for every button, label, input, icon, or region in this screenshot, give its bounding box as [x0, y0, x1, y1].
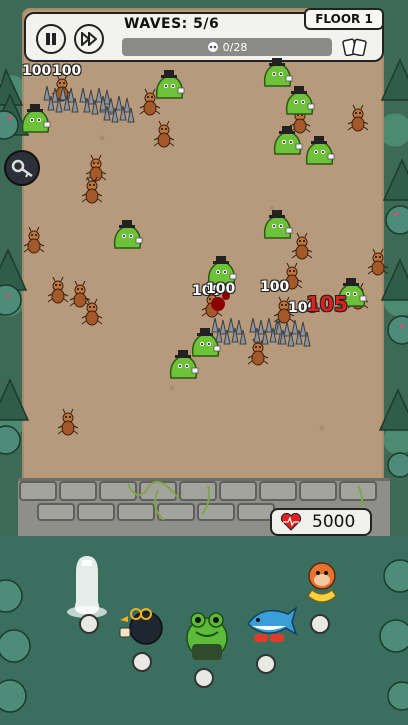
base-health-panel: 5000	[270, 508, 372, 536]
hero-weapon-slot[interactable]	[194, 668, 214, 688]
damage-popup: 100	[22, 63, 52, 79]
shark-hero-icon[interactable]	[244, 600, 298, 646]
monkey-hero-icon[interactable]	[302, 560, 342, 608]
hero-weapon-slot[interactable]	[132, 652, 152, 672]
hero-weapon-slot[interactable]	[256, 654, 276, 674]
ghost-hero-icon[interactable]	[62, 552, 112, 622]
base-health-value: 5000	[312, 512, 356, 532]
damage-popup: 100	[52, 63, 82, 79]
damage-popup: 100	[260, 279, 290, 295]
hero-weapon-slot[interactable]	[79, 614, 99, 634]
heart-icon	[280, 513, 302, 531]
ant-enemies	[23, 74, 389, 436]
hero-weapon-slot[interactable]	[310, 614, 330, 634]
frog-hero-icon[interactable]	[182, 608, 232, 664]
crow-hero-icon[interactable]	[118, 598, 170, 648]
damage-popup: 100	[206, 281, 236, 297]
damage-popup-critical: 105	[306, 292, 348, 316]
